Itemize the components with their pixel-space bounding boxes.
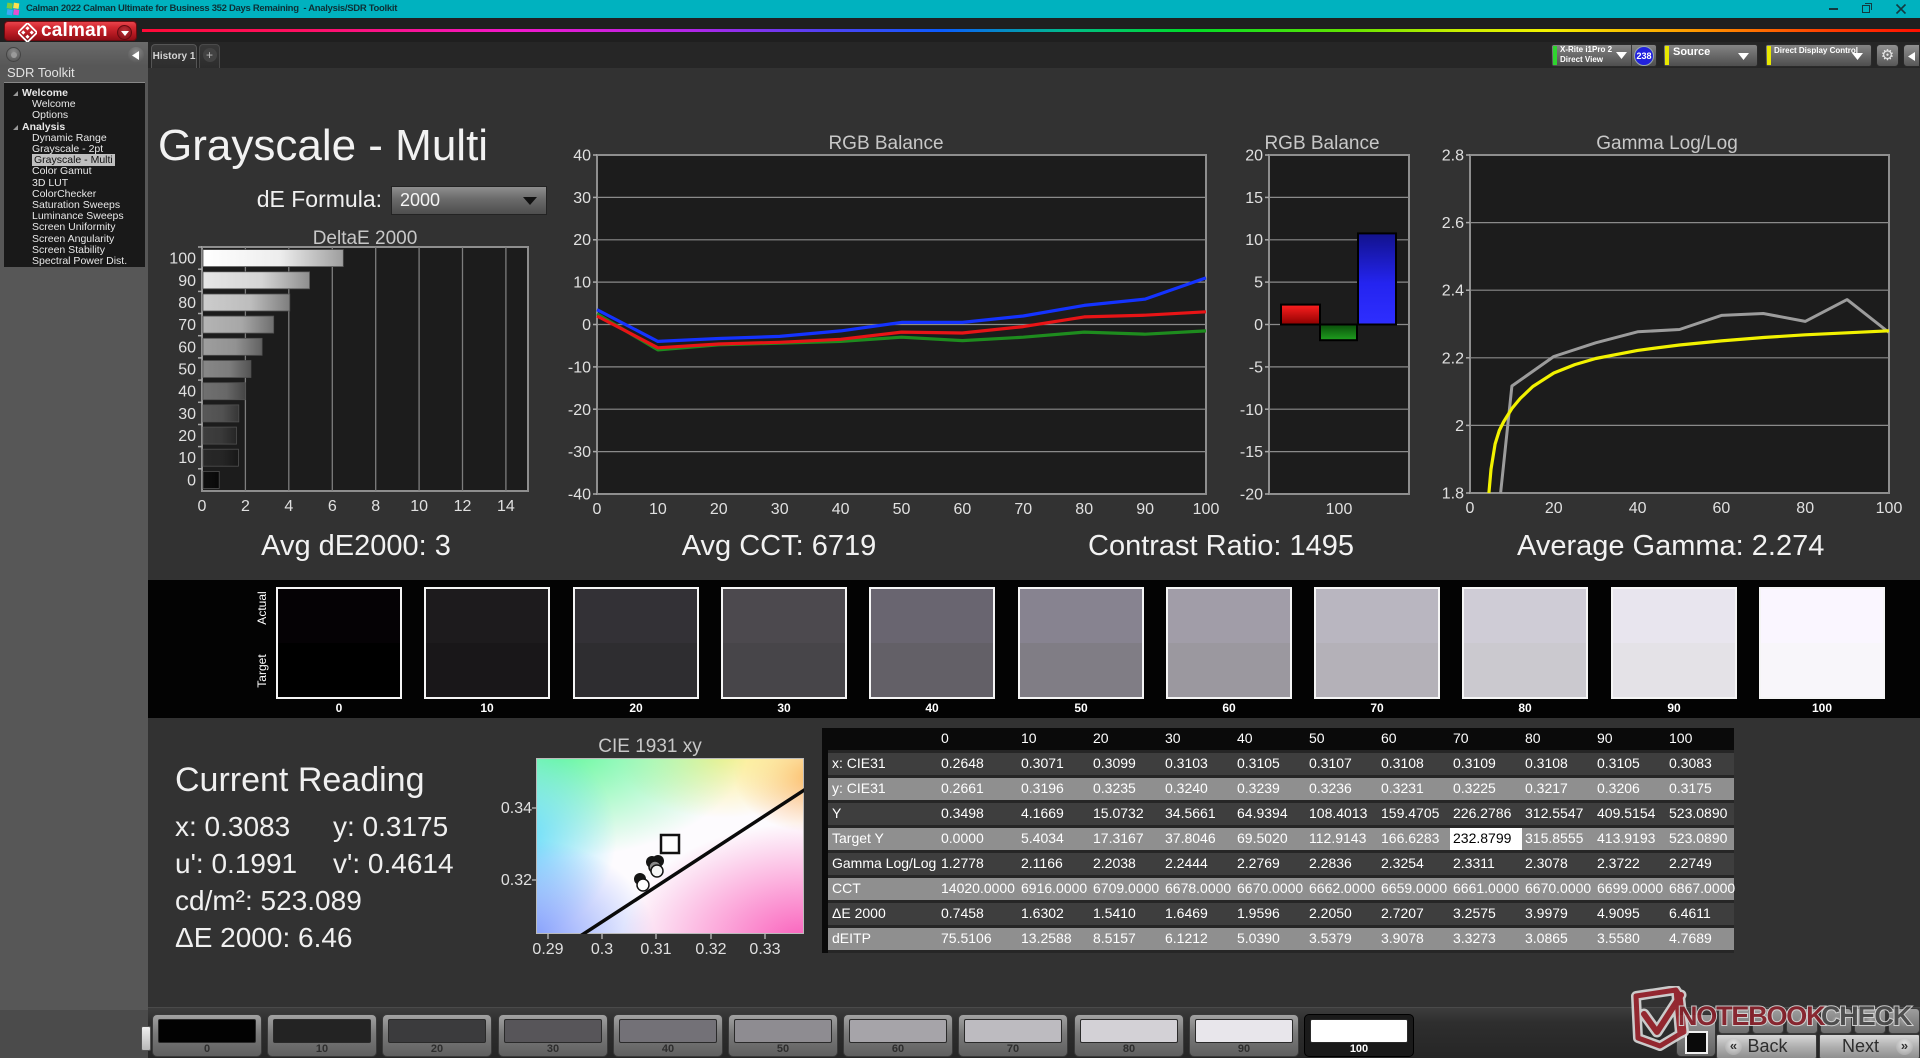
svg-text:20: 20 bbox=[710, 501, 728, 518]
svg-text:100: 100 bbox=[169, 251, 196, 268]
svg-text:2.6: 2.6 bbox=[1442, 215, 1464, 232]
svg-text:8: 8 bbox=[371, 498, 380, 515]
svg-text:4: 4 bbox=[284, 498, 293, 515]
svg-text:100: 100 bbox=[1193, 501, 1220, 518]
svg-text:50: 50 bbox=[893, 501, 911, 518]
svg-text:40: 40 bbox=[178, 384, 196, 401]
svg-text:-15: -15 bbox=[1240, 444, 1263, 461]
svg-text:RGB Balance: RGB Balance bbox=[1264, 133, 1379, 154]
svg-text:40: 40 bbox=[832, 501, 850, 518]
svg-text:2: 2 bbox=[241, 498, 250, 515]
svg-text:40: 40 bbox=[1629, 500, 1647, 517]
svg-text:10: 10 bbox=[178, 450, 196, 467]
svg-text:-40: -40 bbox=[568, 487, 591, 504]
svg-text:0: 0 bbox=[1466, 500, 1475, 517]
svg-text:20: 20 bbox=[1245, 148, 1263, 165]
svg-text:0: 0 bbox=[1254, 317, 1263, 334]
svg-text:0.34: 0.34 bbox=[501, 800, 532, 817]
svg-text:0.29: 0.29 bbox=[532, 941, 563, 958]
svg-text:0.32: 0.32 bbox=[501, 872, 532, 889]
svg-text:100: 100 bbox=[1326, 501, 1353, 518]
svg-text:-5: -5 bbox=[1249, 359, 1263, 376]
svg-text:90: 90 bbox=[178, 273, 196, 290]
svg-text:Gamma Log/Log: Gamma Log/Log bbox=[1596, 133, 1738, 154]
svg-text:30: 30 bbox=[178, 406, 196, 423]
svg-text:10: 10 bbox=[649, 501, 667, 518]
svg-text:60: 60 bbox=[178, 339, 196, 356]
svg-text:2.8: 2.8 bbox=[1442, 148, 1464, 165]
svg-text:6: 6 bbox=[328, 498, 337, 515]
svg-text:5: 5 bbox=[1254, 275, 1263, 292]
svg-text:0.32: 0.32 bbox=[695, 941, 726, 958]
svg-text:30: 30 bbox=[771, 501, 789, 518]
svg-text:0.3: 0.3 bbox=[591, 941, 613, 958]
svg-text:0: 0 bbox=[198, 498, 207, 515]
svg-text:-20: -20 bbox=[568, 402, 591, 419]
svg-text:20: 20 bbox=[1545, 500, 1563, 517]
svg-text:60: 60 bbox=[954, 501, 972, 518]
svg-text:NOTEBOOK: NOTEBOOK bbox=[1678, 1001, 1826, 1031]
svg-text:-10: -10 bbox=[568, 359, 591, 376]
svg-text:70: 70 bbox=[1014, 501, 1032, 518]
svg-text:RGB Balance: RGB Balance bbox=[828, 133, 943, 154]
svg-text:80: 80 bbox=[178, 295, 196, 312]
svg-text:10: 10 bbox=[410, 498, 428, 515]
svg-text:100: 100 bbox=[1876, 500, 1903, 517]
svg-text:40: 40 bbox=[573, 148, 591, 165]
svg-text:10: 10 bbox=[1245, 232, 1263, 249]
svg-text:-20: -20 bbox=[1240, 487, 1263, 504]
svg-text:20: 20 bbox=[573, 232, 591, 249]
svg-text:2: 2 bbox=[1455, 418, 1464, 435]
svg-text:60: 60 bbox=[1713, 500, 1731, 517]
svg-text:14: 14 bbox=[497, 498, 515, 515]
svg-text:1.8: 1.8 bbox=[1442, 486, 1464, 503]
svg-text:DeltaE 2000: DeltaE 2000 bbox=[313, 228, 418, 249]
svg-text:80: 80 bbox=[1075, 501, 1093, 518]
svg-text:2.2: 2.2 bbox=[1442, 350, 1464, 367]
svg-text:-10: -10 bbox=[1240, 402, 1263, 419]
svg-text:0: 0 bbox=[593, 501, 602, 518]
svg-text:15: 15 bbox=[1245, 190, 1263, 207]
svg-text:12: 12 bbox=[454, 498, 472, 515]
svg-text:20: 20 bbox=[178, 428, 196, 445]
svg-text:0.33: 0.33 bbox=[749, 941, 780, 958]
svg-text:50: 50 bbox=[178, 362, 196, 379]
svg-text:70: 70 bbox=[178, 317, 196, 334]
svg-text:0: 0 bbox=[187, 472, 196, 489]
svg-text:90: 90 bbox=[1136, 501, 1154, 518]
svg-text:0: 0 bbox=[582, 317, 591, 334]
svg-text:2.4: 2.4 bbox=[1442, 283, 1464, 300]
svg-text:0.31: 0.31 bbox=[640, 941, 671, 958]
svg-text:10: 10 bbox=[573, 275, 591, 292]
svg-text:30: 30 bbox=[573, 190, 591, 207]
svg-text:-30: -30 bbox=[568, 444, 591, 461]
svg-text:80: 80 bbox=[1796, 500, 1814, 517]
svg-text:CHECK: CHECK bbox=[1821, 1001, 1913, 1031]
